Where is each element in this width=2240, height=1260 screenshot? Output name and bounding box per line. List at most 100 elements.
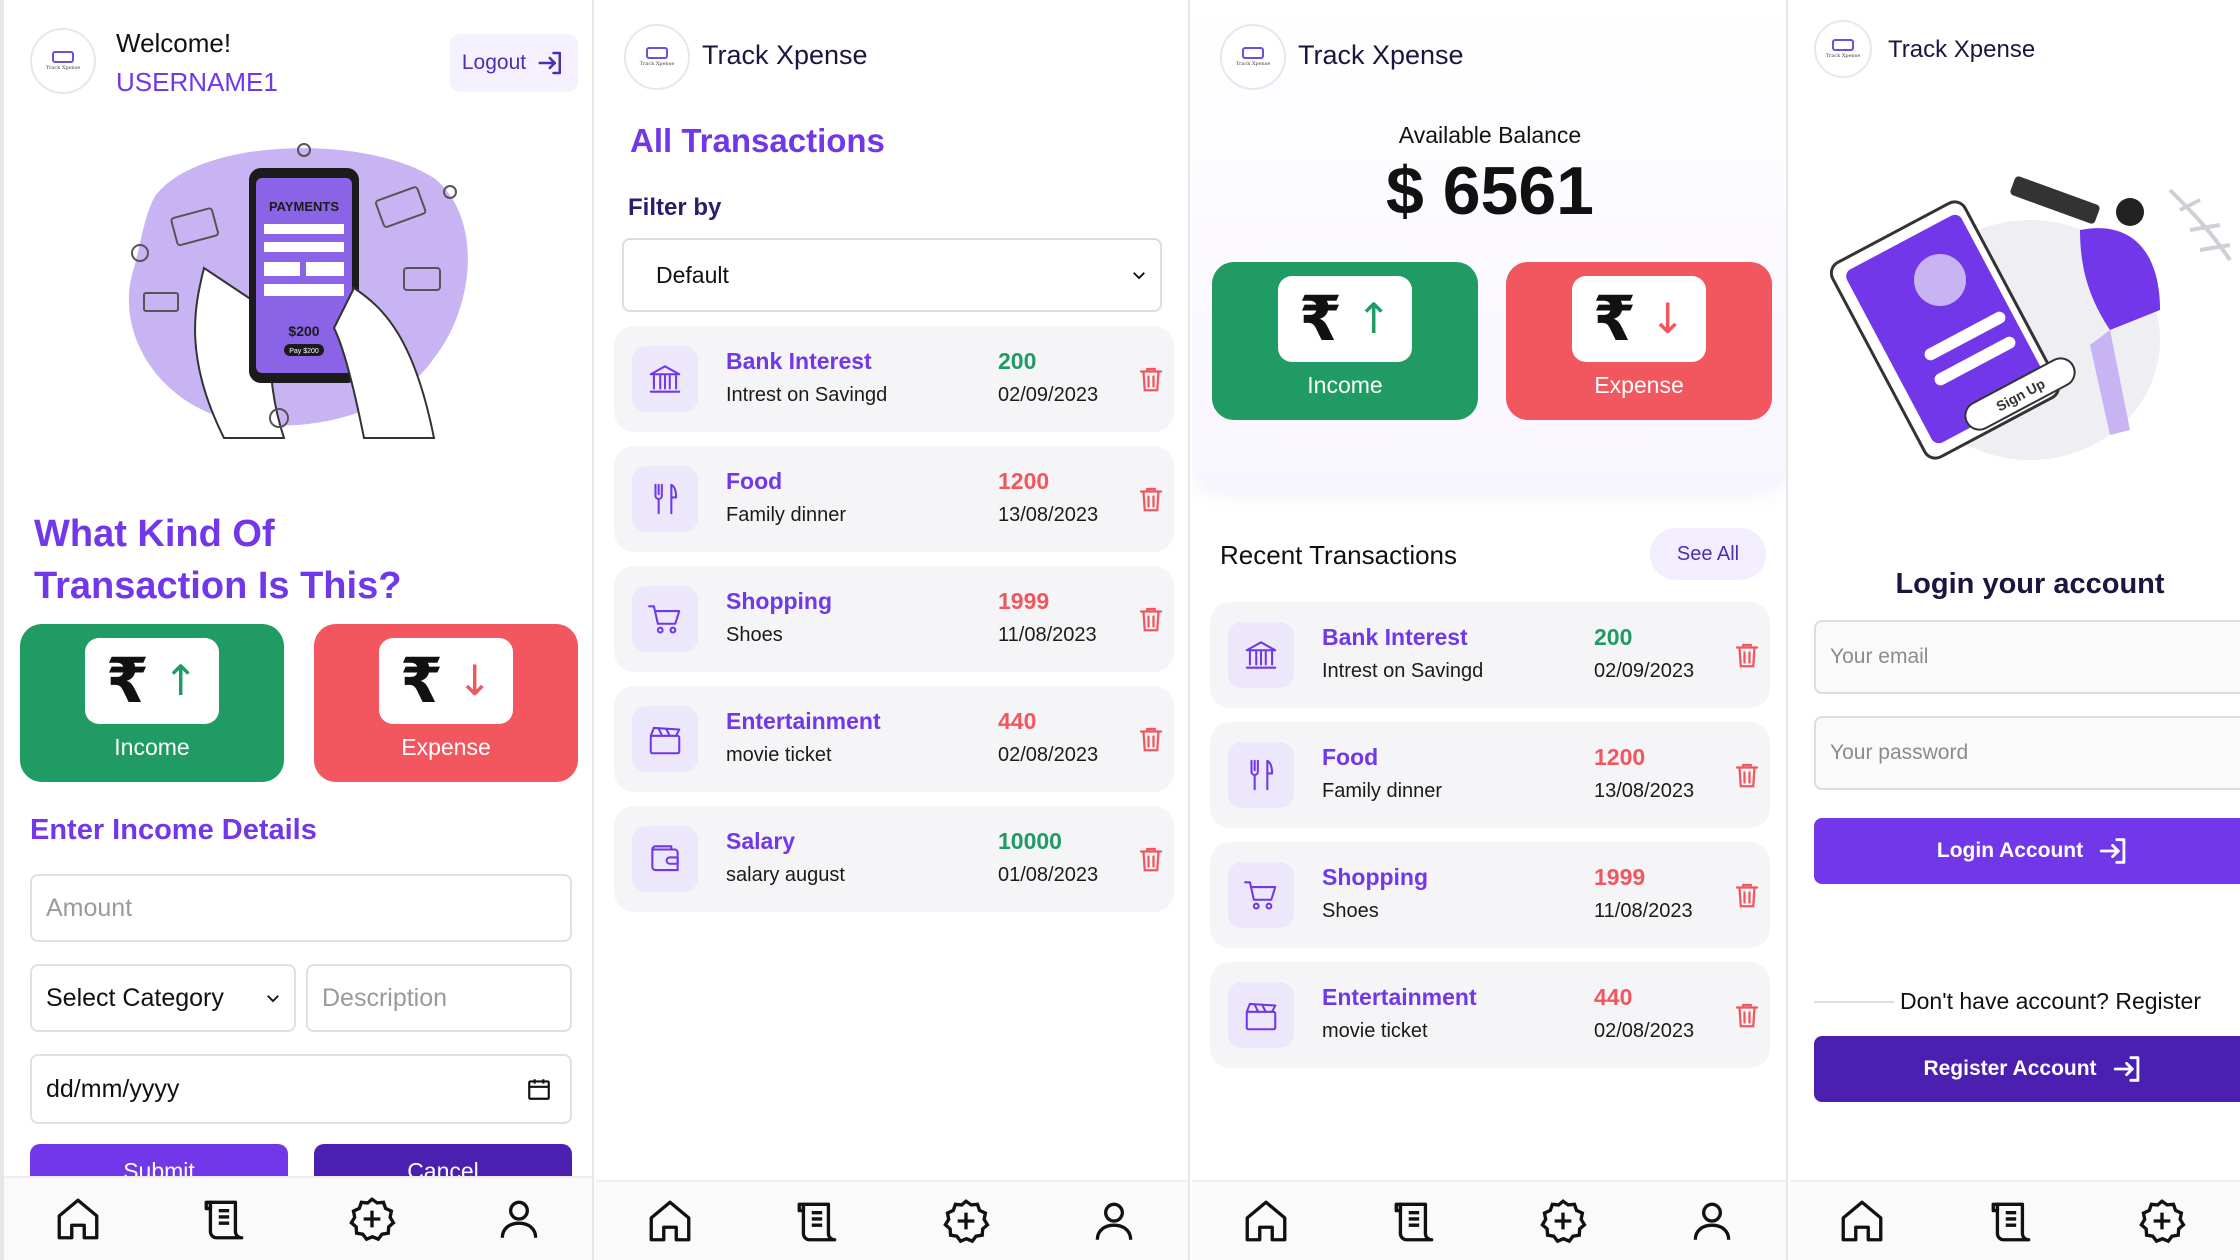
transaction-kind-question: What Kind Of Transaction Is This? <box>34 508 401 612</box>
trash-icon[interactable] <box>1136 602 1166 636</box>
transaction-card[interactable]: Food Family dinner 1200 13/08/2023 <box>1210 722 1770 828</box>
transaction-amount: 200 <box>1594 624 1633 650</box>
nav-transactions-button[interactable] <box>790 1193 846 1249</box>
balance-label: Available Balance <box>1398 122 1582 148</box>
transaction-card[interactable]: Entertainment movie ticket 440 02/08/2023 <box>614 686 1174 792</box>
nav-home-button[interactable] <box>1834 1193 1890 1249</box>
amount-input[interactable]: Amount <box>30 874 572 942</box>
register-button[interactable]: Register Account <box>1814 1036 2240 1102</box>
app-logo: Track Xpense <box>30 28 96 94</box>
category-icon-box <box>632 706 698 772</box>
transaction-description: salary august <box>726 864 845 886</box>
nav-profile-button[interactable] <box>1086 1193 1142 1249</box>
description-placeholder: Description <box>322 983 448 1012</box>
logo-text: Track Xpense <box>45 65 81 71</box>
trash-icon[interactable] <box>1136 842 1166 876</box>
email-input[interactable]: Your email <box>1814 620 2240 694</box>
nav-profile-button[interactable] <box>491 1191 547 1247</box>
transaction-date: 02/09/2023 <box>998 384 1099 406</box>
trash-icon[interactable] <box>1732 878 1762 912</box>
arrow-up-icon: ↑ <box>162 656 199 705</box>
logo-card-icon <box>1832 39 1854 51</box>
password-input[interactable]: Your password <box>1814 716 2240 790</box>
home-screen: Track Xpense Track Xpense Available Bala… <box>1192 0 1788 1260</box>
nav-transactions-button[interactable] <box>1984 1193 2040 1249</box>
expense-type-button[interactable]: ₹ ↓ Expense <box>314 624 578 782</box>
add-icon <box>2139 1199 2186 1244</box>
transaction-card[interactable]: Shopping Shoes 1999 11/08/2023 <box>1210 842 1770 948</box>
trash-icon[interactable] <box>1732 998 1762 1032</box>
transaction-amount: 1999 <box>998 588 1050 614</box>
logo-card-icon <box>1242 47 1264 59</box>
description-input[interactable]: Description <box>306 964 572 1032</box>
income-summary-tile[interactable]: ₹ ↑ Income <box>1212 262 1478 420</box>
transaction-card[interactable]: Entertainment movie ticket 440 02/08/2023 <box>1210 962 1770 1068</box>
home-icon <box>1245 1200 1287 1242</box>
expense-chip: ₹ ↓ <box>379 638 513 724</box>
nav-add-button[interactable] <box>344 1191 400 1247</box>
transaction-card[interactable]: Bank Interest Intrest on Savingd 200 02/09/… <box>614 326 1174 432</box>
signup-illustration: Sign Up <box>1830 176 2232 460</box>
transaction-date: 02/08/2023 <box>998 744 1099 766</box>
home-icon <box>1841 1200 1883 1242</box>
transaction-card[interactable]: Bank Interest Intrest on Savingd 200 02/09/… <box>1210 602 1770 708</box>
payments-illustration: PAYMENTS $200 Pay $200 <box>128 143 468 439</box>
chevron-down-icon <box>267 995 279 1003</box>
transactions-icon <box>1394 1202 1434 1242</box>
trash-icon[interactable] <box>1136 722 1166 756</box>
nav-transactions-button[interactable] <box>197 1191 253 1247</box>
category-select[interactable]: Select Category <box>30 964 296 1032</box>
category-icon-box <box>1228 862 1294 928</box>
bottom-nav <box>596 1180 1188 1260</box>
nav-add-button[interactable] <box>938 1193 994 1249</box>
transaction-date: 01/08/2023 <box>998 864 1099 886</box>
nav-home-button[interactable] <box>1238 1193 1294 1249</box>
trash-icon[interactable] <box>1136 362 1166 396</box>
cart-icon <box>648 605 681 634</box>
login-screen: Track Xpense Track Xpense Sign Up Login … <box>1790 0 2240 1260</box>
transaction-card[interactable]: Salary salary august 10000 01/08/2023 <box>614 806 1174 912</box>
transaction-card[interactable]: Shopping Shoes 1999 11/08/2023 <box>614 566 1174 672</box>
add-icon <box>348 1197 396 1242</box>
nav-add-button[interactable] <box>1535 1193 1591 1249</box>
nav-add-button[interactable] <box>2134 1193 2190 1249</box>
profile-icon <box>500 1200 537 1238</box>
transaction-date: 13/08/2023 <box>998 504 1099 526</box>
cart-icon <box>1244 881 1277 910</box>
income-chip: ₹ ↑ <box>1278 276 1412 362</box>
transaction-description: movie ticket <box>1322 1020 1428 1042</box>
transaction-card[interactable]: Food Family dinner 1200 13/08/2023 <box>614 446 1174 552</box>
login-button[interactable]: Login Account <box>1814 818 2240 884</box>
transaction-title: Salary <box>726 828 796 854</box>
category-icon-box <box>1228 982 1294 1048</box>
welcome-text: Welcome! <box>116 28 232 58</box>
income-type-button[interactable]: ₹ ↑ Income <box>20 624 284 782</box>
login-title: Login your account <box>1895 568 2165 600</box>
register-label: Register Account <box>1923 1057 2097 1080</box>
expense-summary-tile[interactable]: ₹ ↓ Expense <box>1506 262 1772 420</box>
trash-icon[interactable] <box>1732 638 1762 672</box>
trash-icon[interactable] <box>1732 758 1762 792</box>
bank-icon <box>649 365 681 393</box>
nav-profile-button[interactable] <box>1684 1193 1740 1249</box>
nav-home-button[interactable] <box>50 1191 106 1247</box>
calendar-icon[interactable] <box>526 1076 552 1102</box>
login-label: Login Account <box>1936 839 2084 862</box>
filter-select[interactable]: Default <box>622 238 1162 312</box>
transaction-date: 02/09/2023 <box>1594 660 1695 682</box>
category-icon-box <box>632 346 698 412</box>
transaction-title: Entertainment <box>726 708 881 734</box>
brand-title: Track Xpense <box>702 40 868 70</box>
date-input[interactable]: dd/mm/yyyy <box>30 1054 572 1124</box>
see-all-button[interactable]: See All <box>1650 528 1766 580</box>
nav-transactions-button[interactable] <box>1387 1193 1443 1249</box>
transactions-icon <box>204 1200 243 1240</box>
logout-button[interactable]: Logout <box>450 34 578 92</box>
logo-text: Track Xpense <box>639 61 675 67</box>
nav-home-button[interactable] <box>642 1193 698 1249</box>
home-icon <box>57 1198 98 1240</box>
amount-placeholder: Amount <box>46 893 133 922</box>
trash-icon[interactable] <box>1136 482 1166 516</box>
home-icon <box>649 1200 691 1242</box>
transaction-title: Food <box>726 468 783 494</box>
